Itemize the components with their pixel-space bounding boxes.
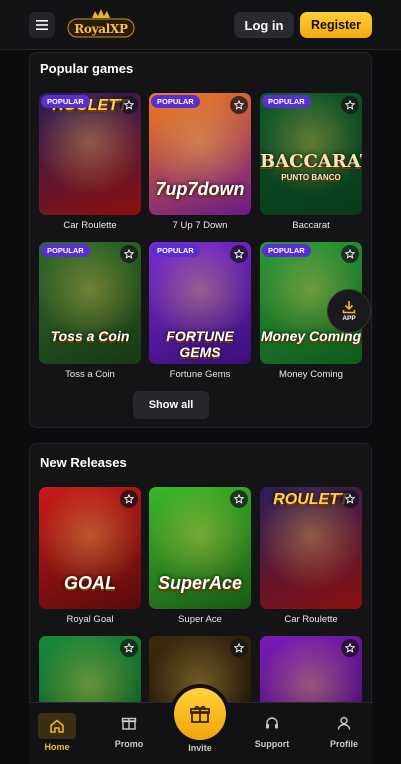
game-name: Fortune Gems [169,369,231,380]
game-thumbnail[interactable]: FORTUNE GEMS POPULAR [149,242,251,364]
favorite-star-icon [345,643,355,653]
favorite-star-icon [124,249,134,259]
game-thumbnail[interactable]: GOAL [39,487,141,609]
favorite-star-icon [345,100,355,110]
favorite-button[interactable] [120,96,138,114]
favorite-button[interactable] [341,639,359,657]
menu-button[interactable] [29,12,55,38]
nav-home[interactable]: Home [29,713,85,752]
favorite-star-icon [234,249,244,259]
game-thumbnail[interactable]: ROULETT [260,487,362,609]
favorite-button[interactable] [230,245,248,263]
game-thumbnail[interactable]: BACCARAT PUNTO BANCO POPULAR [260,93,362,215]
game-art-title: FORTUNE GEMS [166,328,234,360]
game-card[interactable]: SuperAce Super Ace [149,487,251,625]
section-title: New Releases [40,455,127,470]
game-name: Toss a Coin [65,369,115,380]
game-thumbnail[interactable]: 7up7down POPULAR [149,93,251,215]
popular-badge: POPULAR [262,244,311,257]
download-icon [342,301,356,314]
popular-badge: POPULAR [151,244,200,257]
game-card[interactable]: 7up7down POPULAR 7 Up 7 Down [149,93,251,231]
nav-label: Profile [329,739,358,749]
headset-icon [266,717,278,729]
app-download-button[interactable]: APP [327,289,371,333]
favorite-button[interactable] [120,639,138,657]
game-card[interactable]: Toss a Coin POPULAR Toss a Coin [39,242,141,380]
favorite-star-icon [124,643,134,653]
game-card[interactable]: ROULETT Car Roulette [260,487,362,625]
nav-invite[interactable]: Invite [172,743,228,753]
top-bar: RoyalXP Log in Register [0,0,401,50]
favorite-star-icon [124,494,134,504]
logo[interactable]: RoyalXP [62,8,140,42]
popular-badge: POPULAR [41,95,90,108]
gift-icon [190,705,210,723]
profile-icon [337,716,351,730]
game-art-title: Toss a Coin [50,328,130,344]
nav-profile[interactable]: Profile [316,713,372,749]
invite-button[interactable] [174,688,226,740]
popular-badge: POPULAR [262,95,311,108]
game-card[interactable]: GOAL Royal Goal [39,487,141,625]
nav-promo[interactable]: Promo [101,713,157,749]
favorite-button[interactable] [230,96,248,114]
favorite-button[interactable] [341,245,359,263]
hamburger-icon [36,20,48,30]
favorite-button[interactable] [341,96,359,114]
game-name: Money Coming [279,369,343,380]
favorite-star-icon [234,100,244,110]
nav-support[interactable]: Support [244,713,300,749]
show-all-button[interactable]: Show all [133,391,209,419]
game-name: Baccarat [292,220,330,231]
game-card[interactable]: FORTUNE GEMS POPULAR Fortune Gems [149,242,251,380]
nav-label: Promo [114,739,144,749]
nav-label: Invite [188,743,212,753]
game-art-title: GOAL [64,573,116,593]
favorite-button[interactable] [120,490,138,508]
game-art-subtitle: PUNTO BANCO [281,173,341,182]
favorite-star-icon [345,249,355,259]
game-art-title: SuperAce [157,573,243,593]
nav-label: Home [44,742,70,752]
login-button[interactable]: Log in [234,12,294,38]
favorite-star-icon [234,643,244,653]
favorite-star-icon [234,494,244,504]
game-name: Super Ace [178,614,222,625]
popular-badge: POPULAR [41,244,90,257]
logo-text: RoyalXP [74,22,128,36]
game-art-title: BACCARAT [260,151,362,172]
section-title: Popular games [40,61,134,76]
game-name: Car Roulette [284,614,338,625]
game-card[interactable]: BACCARAT PUNTO BANCO POPULAR Baccarat [260,93,362,231]
app-label: APP [342,315,356,322]
nav-label: Support [254,739,290,749]
home-icon [50,719,64,733]
favorite-button[interactable] [230,490,248,508]
game-name: Royal Goal [66,614,114,625]
favorite-button[interactable] [341,490,359,508]
favorite-button[interactable] [120,245,138,263]
game-name: 7 Up 7 Down [172,220,228,231]
game-thumbnail[interactable]: ROULETT POPULAR [39,93,141,215]
game-thumbnail[interactable]: SuperAce [149,487,251,609]
register-button[interactable]: Register [300,12,372,38]
game-card[interactable]: ROULETT POPULAR Car Roulette [39,93,141,231]
game-thumbnail[interactable]: Toss a Coin POPULAR [39,242,141,364]
promo-icon [121,717,137,730]
game-art-title: 7up7down [155,179,245,199]
favorite-button[interactable] [230,639,248,657]
game-name: Car Roulette [63,220,117,231]
popular-badge: POPULAR [151,95,200,108]
favorite-star-icon [345,494,355,504]
favorite-star-icon [124,100,134,110]
